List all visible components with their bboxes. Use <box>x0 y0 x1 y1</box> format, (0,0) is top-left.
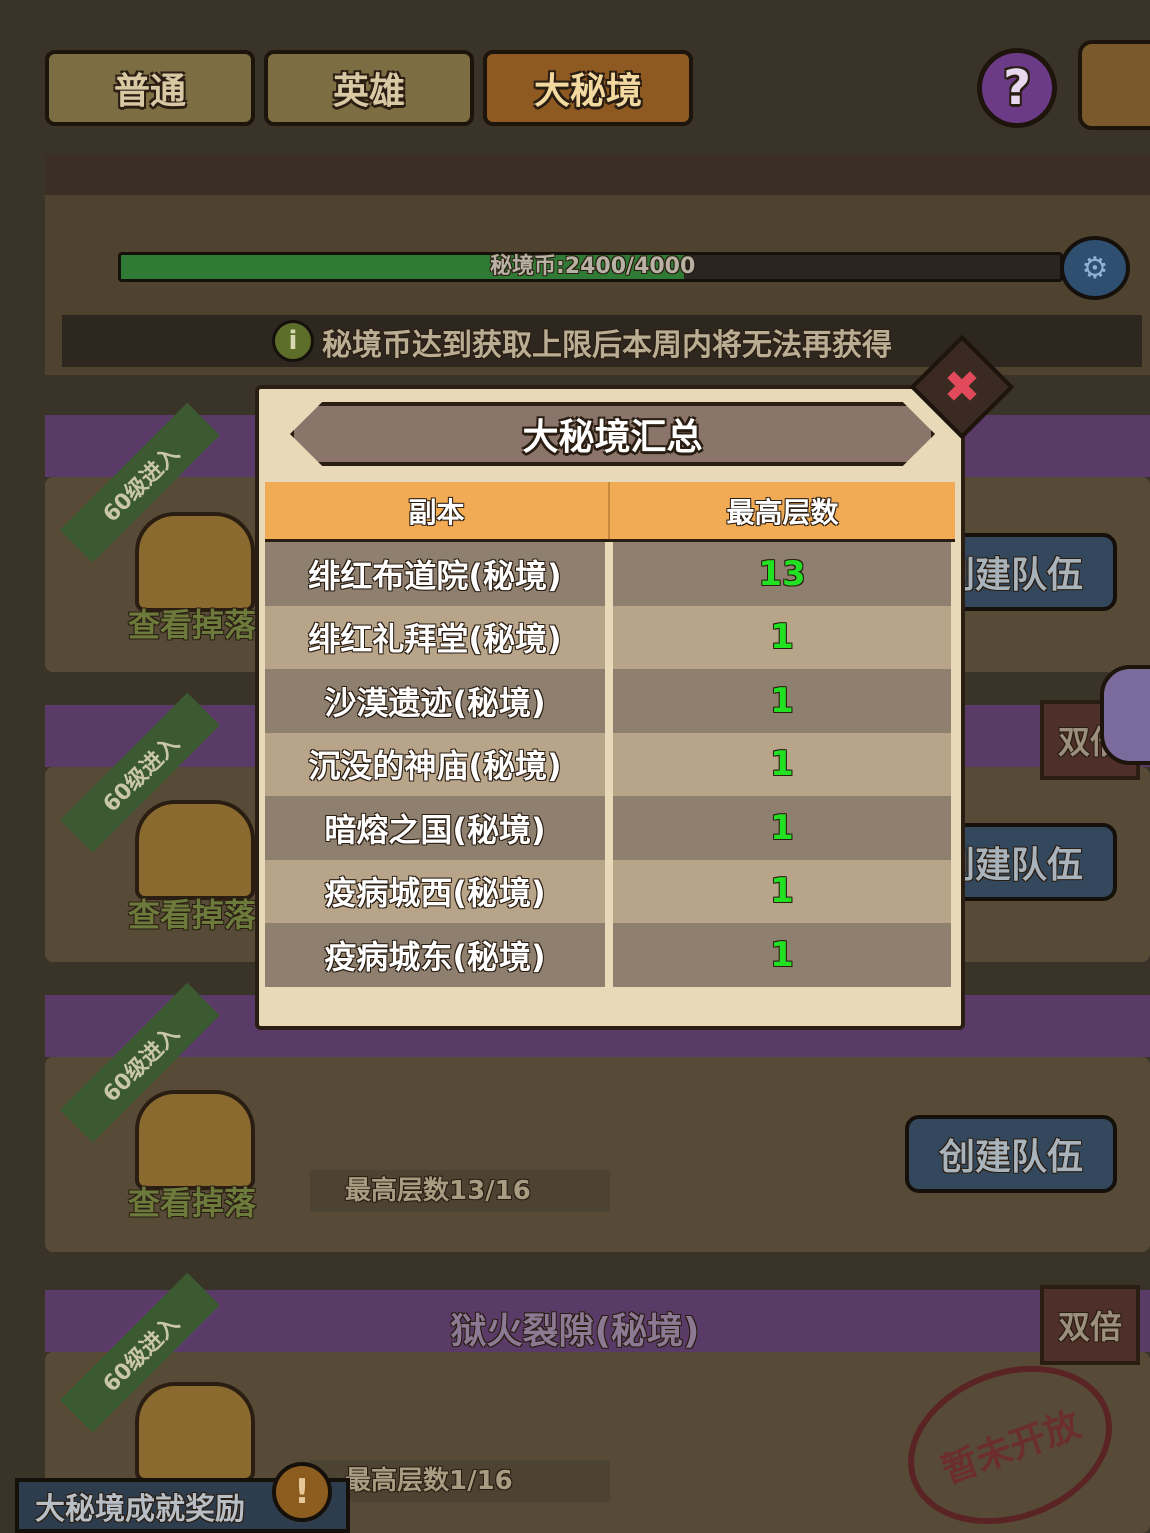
create-team-button[interactable]: 创建队伍 <box>905 1115 1117 1193</box>
column-header-max-floor: 最高层数 <box>726 495 839 529</box>
alert-icon: ! <box>272 1462 332 1522</box>
coin-progress-text: 秘境币:2400/4000 <box>490 254 696 279</box>
max-floor-value: 1 <box>613 669 951 733</box>
loot-chest-icon[interactable] <box>135 512 255 612</box>
table-row: 疫病城东(秘境) 1 <box>265 923 955 987</box>
max-floor-value: 1 <box>613 605 951 669</box>
info-icon: i <box>272 320 314 362</box>
coin-currency-icon: ⚙ <box>1060 236 1130 300</box>
max-floor-value: 13 <box>613 542 951 606</box>
view-drops-button[interactable]: 查看掉落 <box>128 600 256 646</box>
column-header-dungeon: 副本 <box>265 482 610 539</box>
table-header: 副本 最高层数 <box>265 482 955 542</box>
max-floor-label: 最高层数1/16 <box>310 1460 610 1502</box>
loot-chest-icon[interactable] <box>135 800 255 900</box>
table-body[interactable]: 绯红布道院(秘境) 13 绯红礼拜堂(秘境) 1 沙漠遗迹(秘境) 1 沉没的神… <box>265 542 955 987</box>
max-floor-value: 1 <box>613 732 951 796</box>
dungeon-name: 疫病城东(秘境) <box>265 923 605 987</box>
max-floor-label: 最高层数13/16 <box>310 1170 610 1212</box>
table-row: 疫病城西(秘境) 1 <box>265 859 955 923</box>
loot-chest-icon[interactable] <box>135 1382 255 1482</box>
max-floor-value: 1 <box>613 859 951 923</box>
view-drops-button[interactable]: 查看掉落 <box>128 1178 256 1224</box>
tab-normal[interactable]: 普通 <box>45 50 255 126</box>
loot-chest-icon[interactable] <box>135 1090 255 1190</box>
table-row: 绯红礼拜堂(秘境) 1 <box>265 605 955 669</box>
table-row: 暗熔之国(秘境) 1 <box>265 796 955 860</box>
max-floor-value: 1 <box>613 796 951 860</box>
double-reward-badge: 双倍 <box>1040 1285 1140 1365</box>
table-row: 绯红布道院(秘境) 13 <box>265 542 955 606</box>
help-icon[interactable]: ? <box>977 48 1057 128</box>
summary-table: 副本 最高层数 绯红布道院(秘境) 13 绯红礼拜堂(秘境) 1 沙漠遗迹(秘境… <box>265 482 955 1007</box>
tab-hero[interactable]: 英雄 <box>264 50 474 126</box>
close-icon: ✖ <box>943 361 981 413</box>
dungeon-name: 沉没的神庙(秘境) <box>265 732 605 796</box>
table-row: 沙漠遗迹(秘境) 1 <box>265 669 955 733</box>
info-text: 秘境币达到获取上限后本周内将无法再获得 <box>322 328 892 363</box>
max-floor-value: 1 <box>613 923 951 987</box>
view-drops-button[interactable]: 查看掉落 <box>128 890 256 936</box>
dungeon-name: 沙漠遗迹(秘境) <box>265 669 605 733</box>
dungeon-name: 暗熔之国(秘境) <box>265 796 605 860</box>
dungeon-name: 绯红礼拜堂(秘境) <box>265 605 605 669</box>
tab-mythic-dungeon[interactable]: 大秘境 <box>483 50 693 126</box>
dungeon-name: 疫病城西(秘境) <box>265 859 605 923</box>
modal-title: 大秘境汇总 <box>290 402 935 466</box>
dungeon-name: 绯红布道院(秘境) <box>265 542 605 606</box>
table-row: 沉没的神庙(秘境) 1 <box>265 732 955 796</box>
treasure-chest-icon[interactable] <box>1078 40 1150 130</box>
chat-icon[interactable] <box>1100 665 1150 765</box>
